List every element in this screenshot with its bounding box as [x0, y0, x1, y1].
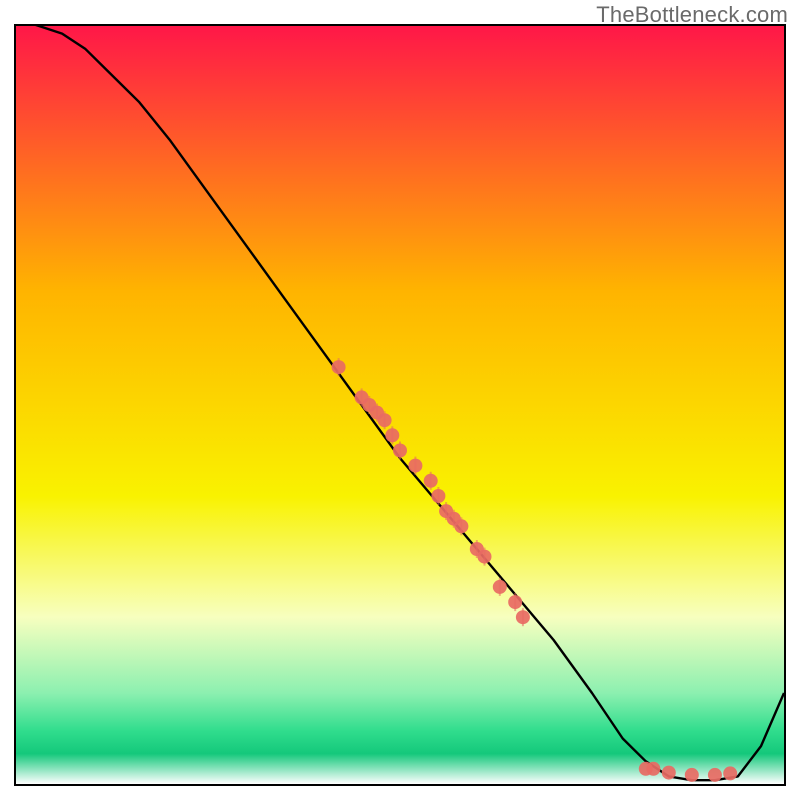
data-point [332, 360, 346, 374]
data-point [385, 428, 399, 442]
gradient-background [16, 26, 784, 784]
data-point [478, 550, 492, 564]
data-point [431, 489, 445, 503]
data-point [454, 519, 468, 533]
data-point [516, 610, 530, 624]
plot-area [14, 24, 786, 786]
data-point [723, 766, 737, 780]
data-point [493, 580, 507, 594]
data-point [662, 766, 676, 780]
data-point [408, 459, 422, 473]
data-point [708, 768, 722, 782]
data-point [378, 413, 392, 427]
data-point [424, 474, 438, 488]
chart-stage: TheBottleneck.com [0, 0, 800, 800]
data-point [646, 762, 660, 776]
data-point [508, 595, 522, 609]
data-point [685, 768, 699, 782]
data-point [393, 444, 407, 458]
chart-svg [16, 26, 784, 784]
